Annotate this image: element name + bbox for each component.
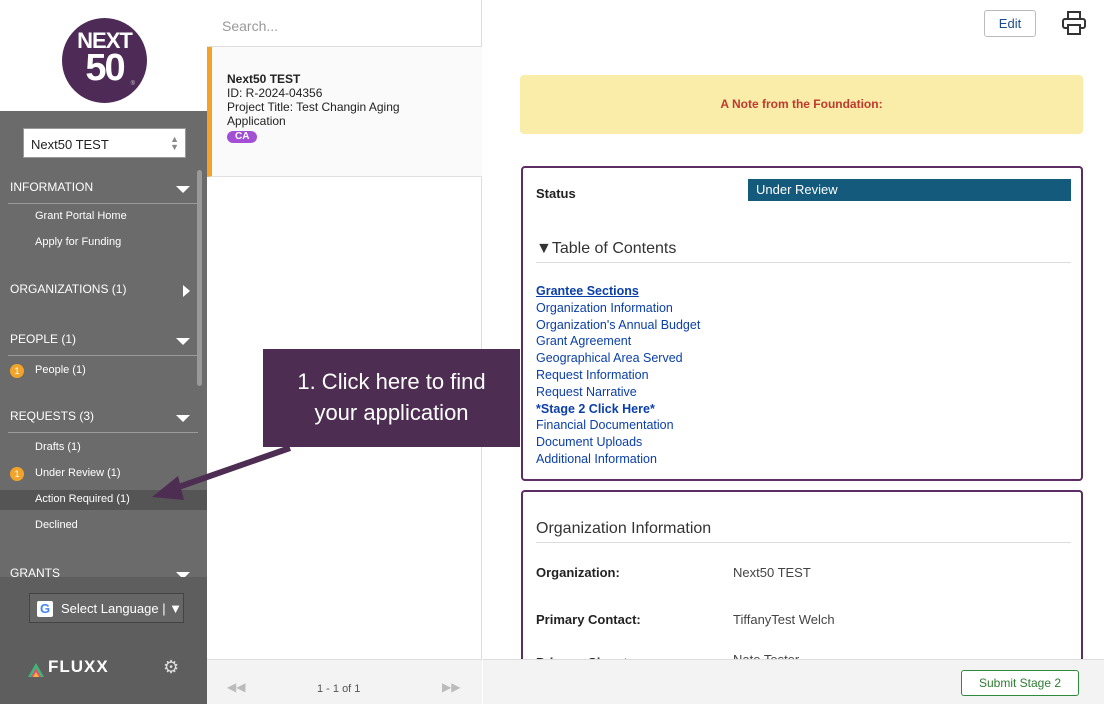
nav-item-drafts[interactable]: Drafts (1) xyxy=(0,438,207,458)
nav-item-label: Under Review (1) xyxy=(35,467,121,479)
count-badge: 1 xyxy=(10,364,24,378)
detail-pane: Edit A Note from the Foundation: Status … xyxy=(483,0,1104,704)
chevron-down-icon xyxy=(176,186,190,193)
nav-item-label: People (1) xyxy=(35,364,86,376)
gear-icon[interactable]: ⚙ xyxy=(163,657,179,678)
organization-information-panel: Organization Information Organization: N… xyxy=(521,490,1083,670)
divider xyxy=(8,355,198,356)
sidebar-scrollbar[interactable] xyxy=(197,170,202,386)
field-value: Next50 TEST xyxy=(733,565,811,580)
logo-registered-mark: ® xyxy=(130,81,135,87)
divider xyxy=(8,432,198,433)
toc-heading[interactable]: ▼Table of Contents xyxy=(536,240,1071,263)
section-information[interactable]: INFORMATION xyxy=(0,180,200,200)
chevron-down-icon xyxy=(176,338,190,345)
section-label: REQUESTS (3) xyxy=(10,409,95,423)
select-language-label: Select Language | ▼ xyxy=(61,601,183,616)
card-title: Next50 TEST xyxy=(227,72,301,86)
fluxx-logo-icon xyxy=(28,663,44,677)
nav-item-apply-for-funding[interactable]: Apply for Funding xyxy=(0,233,207,253)
print-icon[interactable] xyxy=(1061,10,1087,36)
section-label: PEOPLE (1) xyxy=(10,332,77,346)
request-card[interactable]: Next50 TEST ID: R-2024-04356 Project Tit… xyxy=(207,47,482,177)
status-badge: Under Review xyxy=(748,179,1071,201)
next50-logo[interactable]: NEXT 50 ® xyxy=(62,18,147,103)
count-badge: 1 xyxy=(10,467,24,481)
search-input[interactable]: Search... xyxy=(207,0,482,47)
toc-link-financial-documentation[interactable]: Financial Documentation xyxy=(536,417,700,434)
pager-info: 1 - 1 of 1 xyxy=(317,683,361,695)
organization-select[interactable]: Next50 TEST ▲ ▼ xyxy=(23,128,186,158)
nav-item-people[interactable]: 1 People (1) xyxy=(0,361,207,381)
select-language-button[interactable]: G Select Language | ▼ xyxy=(29,593,184,623)
field-label: Primary Contact: xyxy=(536,612,641,627)
table-of-contents: Grantee Sections Organization Informatio… xyxy=(536,283,700,468)
instruction-callout: 1. Click here to find your application xyxy=(263,349,520,447)
section-label: ORGANIZATIONS (1) xyxy=(10,282,127,296)
toc-link-request-information[interactable]: Request Information xyxy=(536,367,700,384)
sidebar-footer: G Select Language | ▼ FLUXX ⚙ xyxy=(0,577,207,704)
nav-item-label: Apply for Funding xyxy=(35,236,122,248)
field-value: TiffanyTest Welch xyxy=(733,612,835,627)
section-heading: Organization Information xyxy=(536,520,1071,543)
section-requests[interactable]: REQUESTS (3) xyxy=(0,409,200,429)
logo-area: NEXT 50 ® xyxy=(0,0,207,111)
status-panel: Status Under Review ▼Table of Contents G… xyxy=(521,166,1083,481)
detail-footer: Submit Stage 2 xyxy=(483,659,1104,704)
nav-item-grant-portal-home[interactable]: Grant Portal Home xyxy=(0,207,207,227)
google-translate-icon: G xyxy=(37,601,53,617)
edit-button[interactable]: Edit xyxy=(984,10,1036,37)
sidebar: NEXT 50 ® Next50 TEST ▲ ▼ INFORMATION Gra… xyxy=(0,0,207,704)
section-people[interactable]: PEOPLE (1) xyxy=(0,332,200,352)
toc-link-annual-budget[interactable]: Organization's Annual Budget xyxy=(536,317,700,334)
card-project-title: Project Title: Test Changin Aging Applic… xyxy=(227,100,400,128)
section-label: INFORMATION xyxy=(10,180,94,194)
list-pager: ◀◀ 1 - 1 of 1 ▶▶ xyxy=(207,659,482,704)
toc-link-organization-information[interactable]: Organization Information xyxy=(536,300,700,317)
toc-link-grantee-sections[interactable]: Grantee Sections xyxy=(536,283,700,300)
callout-line-2: your application xyxy=(314,400,469,425)
toc-link-stage-2[interactable]: *Stage 2 Click Here* xyxy=(536,401,700,418)
toc-link-additional-information[interactable]: Additional Information xyxy=(536,451,700,468)
nav-item-declined[interactable]: Declined xyxy=(0,516,207,536)
divider xyxy=(8,203,198,204)
field-label: Organization: xyxy=(536,565,620,580)
submit-stage-2-button[interactable]: Submit Stage 2 xyxy=(961,670,1079,696)
nav-item-label: Grant Portal Home xyxy=(35,210,127,222)
callout-line-1: 1. Click here to find xyxy=(297,369,486,394)
next-page-icon[interactable]: ▶▶ xyxy=(442,680,460,694)
toc-link-document-uploads[interactable]: Document Uploads xyxy=(536,434,700,451)
nav-item-under-review[interactable]: 1 Under Review (1) xyxy=(0,464,207,484)
foundation-note-banner: A Note from the Foundation: xyxy=(520,75,1083,134)
chevron-right-icon xyxy=(183,285,190,297)
toc-link-grant-agreement[interactable]: Grant Agreement xyxy=(536,333,700,350)
select-updown-icon: ▲ ▼ xyxy=(170,134,179,152)
program-tag: CA xyxy=(227,131,258,143)
app-root: NEXT 50 ® Next50 TEST ▲ ▼ INFORMATION Gra… xyxy=(0,0,1104,704)
nav-item-label: Action Required (1) xyxy=(35,493,130,505)
organization-select-value: Next50 TEST xyxy=(31,137,109,152)
toc-link-request-narrative[interactable]: Request Narrative xyxy=(536,384,700,401)
nav-item-action-required[interactable]: Action Required (1) xyxy=(0,490,207,510)
section-organizations[interactable]: ORGANIZATIONS (1) xyxy=(0,282,200,302)
card-id: ID: R-2024-04356 xyxy=(227,86,323,100)
fluxx-brand-text: FLUXX xyxy=(48,657,109,676)
previous-page-icon[interactable]: ◀◀ xyxy=(227,680,245,694)
nav-item-label: Declined xyxy=(35,519,78,531)
toc-link-geographical-area[interactable]: Geographical Area Served xyxy=(536,350,700,367)
nav-item-label: Drafts (1) xyxy=(35,441,81,453)
status-label: Status xyxy=(536,186,576,201)
chevron-down-icon xyxy=(176,415,190,422)
